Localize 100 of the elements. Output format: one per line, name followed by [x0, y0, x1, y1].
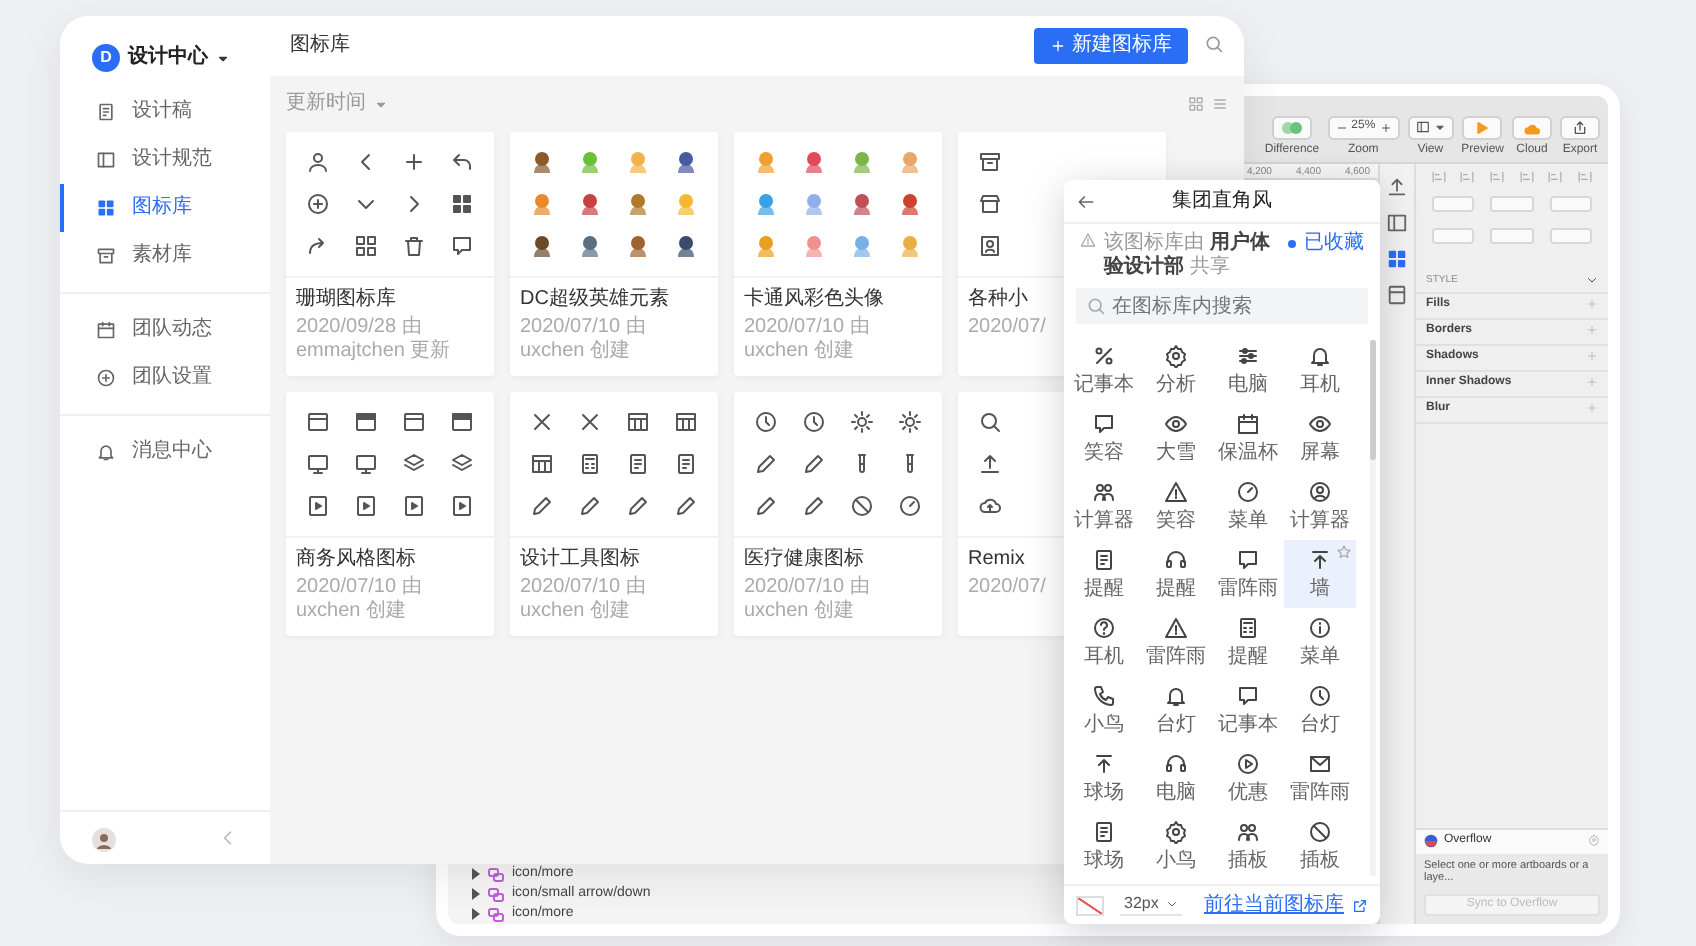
- dropdown-field[interactable]: [1432, 228, 1475, 244]
- difference-button[interactable]: [1272, 115, 1313, 140]
- card-panel-icon[interactable]: [1386, 284, 1408, 306]
- card-title: DC超级英雄元素: [520, 288, 669, 312]
- brand-name[interactable]: 设计中心: [128, 46, 208, 70]
- icon-tile[interactable]: 雷阵雨: [1212, 540, 1284, 608]
- export-button[interactable]: [1560, 115, 1600, 140]
- library-card[interactable]: 商务风格图标 2020/07/10 由 uxchen 创建: [286, 392, 494, 636]
- icon-tile[interactable]: 计算器: [1284, 472, 1356, 540]
- view-button[interactable]: [1407, 115, 1454, 140]
- columns-icon[interactable]: [1386, 212, 1408, 234]
- sliders-icon: [1236, 343, 1260, 367]
- icon-tile[interactable]: 插板: [1212, 812, 1284, 880]
- plus-icon[interactable]: [1586, 376, 1598, 389]
- icon-tile[interactable]: 计算器: [1068, 472, 1140, 540]
- library-card[interactable]: 医疗健康图标 2020/07/10 由 uxchen 创建: [734, 392, 942, 636]
- icon-tile[interactable]: 笑容: [1068, 404, 1140, 472]
- dropdown-field[interactable]: [1490, 196, 1534, 212]
- icon-tile[interactable]: 电脑: [1212, 336, 1284, 404]
- cartoon-avatar-icon: [578, 150, 602, 174]
- cartoon-avatar-icon: [626, 234, 650, 258]
- grid-icon: [450, 192, 474, 216]
- icon-tile[interactable]: 提醒: [1212, 608, 1284, 676]
- size-dropdown[interactable]: 32px: [1120, 894, 1183, 916]
- avatar-icon[interactable]: [92, 828, 116, 852]
- star-icon[interactable]: [1336, 544, 1352, 560]
- arrow-to-top-icon: [1092, 751, 1116, 775]
- dropdown-field[interactable]: [1432, 196, 1475, 212]
- icon-tile[interactable]: 菜单: [1284, 608, 1356, 676]
- cartoon-avatar-icon: [578, 234, 602, 258]
- icon-tile[interactable]: 屏幕: [1284, 404, 1356, 472]
- plus-circle-icon: [306, 192, 330, 216]
- library-card[interactable]: DC超级英雄元素 2020/07/10 由 uxchen 创建: [510, 132, 718, 376]
- search-field[interactable]: 在图标库内搜索: [1076, 288, 1368, 324]
- icon-label: 台灯: [1156, 713, 1196, 737]
- icon-label: 记事本: [1074, 373, 1134, 397]
- cartoon-avatar-icon: [802, 192, 826, 216]
- upload-icon: [978, 452, 1002, 476]
- icon-tile[interactable]: 台灯: [1284, 676, 1356, 744]
- plus-icon[interactable]: [1586, 298, 1598, 311]
- plus-icon[interactable]: [1586, 350, 1598, 363]
- favorite-toggle[interactable]: 已收藏: [1288, 232, 1364, 256]
- icon-tile[interactable]: 提醒: [1068, 540, 1140, 608]
- icon-label: 菜单: [1228, 509, 1268, 533]
- document-icon: [96, 102, 116, 122]
- icon-tile[interactable]: 小鸟: [1068, 676, 1140, 744]
- icon-tile[interactable]: 保温杯: [1212, 404, 1284, 472]
- nav-item[interactable]: 团队设置: [60, 354, 270, 402]
- nav-item[interactable]: 消息中心: [60, 428, 270, 476]
- curved-arrow-icon: [306, 234, 330, 258]
- nav-item[interactable]: 设计规范: [60, 136, 270, 184]
- plus-icon[interactable]: [1586, 324, 1598, 337]
- dropdown-field[interactable]: [1549, 228, 1592, 244]
- nav-item[interactable]: 素材库: [60, 232, 270, 280]
- nav-item[interactable]: 设计稿: [60, 88, 270, 136]
- share-icon: [1572, 119, 1588, 136]
- dropdown-field[interactable]: [1490, 228, 1534, 244]
- library-card[interactable]: 设计工具图标 2020/07/10 由 uxchen 创建: [510, 392, 718, 636]
- icon-tile[interactable]: 记事本: [1212, 676, 1284, 744]
- grid-icon[interactable]: [1386, 248, 1408, 270]
- icon-tile[interactable]: 电脑: [1140, 744, 1212, 812]
- gear-icon[interactable]: [1588, 833, 1600, 846]
- icon-tile[interactable]: 雷阵雨: [1284, 744, 1356, 812]
- store-icon: [978, 192, 1002, 216]
- nav-item[interactable]: 团队动态: [60, 306, 270, 354]
- icon-tile[interactable]: 菜单: [1212, 472, 1284, 540]
- cartoon-avatar-icon: [802, 150, 826, 174]
- upload-icon[interactable]: [1386, 176, 1408, 198]
- cartoon-avatar-icon: [530, 192, 554, 216]
- dropdown-field[interactable]: [1549, 196, 1592, 212]
- document-icon: [1092, 547, 1116, 571]
- icon-tile[interactable]: 插板: [1284, 812, 1356, 880]
- search-icon[interactable]: [1204, 34, 1224, 55]
- mail-icon: [1308, 751, 1332, 775]
- squares-icon[interactable]: [1188, 96, 1204, 112]
- icon-tile[interactable]: 球场: [1068, 812, 1140, 880]
- icon-tile[interactable]: 耳机: [1284, 336, 1356, 404]
- contact-card-icon: [978, 234, 1002, 258]
- library-card[interactable]: 珊瑚图标库 2020/09/28 由 emmajtchen 更新: [286, 132, 494, 376]
- plus-icon[interactable]: [1586, 402, 1598, 415]
- list-icon[interactable]: [1212, 96, 1228, 112]
- library-link[interactable]: 前往当前图标库: [1204, 893, 1368, 917]
- caret-down-icon[interactable]: [216, 51, 230, 65]
- bell-icon: [96, 442, 116, 462]
- icon-tile[interactable]: 优惠: [1212, 744, 1284, 812]
- no-color-swatch[interactable]: [1076, 895, 1104, 915]
- minus-icon: [1335, 121, 1348, 134]
- chevron-down-icon: [1166, 898, 1179, 910]
- preview-button[interactable]: [1462, 115, 1503, 140]
- library-card[interactable]: 卡通风彩色头像 2020/07/10 由 uxchen 创建: [734, 132, 942, 376]
- icon-tile[interactable]: 台灯: [1140, 676, 1212, 744]
- arrow-left-icon[interactable]: [1076, 191, 1096, 211]
- icon-tile[interactable]: 小鸟: [1140, 812, 1212, 880]
- card-title: 设计工具图标: [520, 548, 640, 572]
- new-library-button[interactable]: 新建图标库: [1034, 28, 1188, 64]
- icon-tile[interactable]: 球场: [1068, 744, 1140, 812]
- pencil-icon: [530, 494, 554, 518]
- logo: D: [92, 44, 120, 72]
- icon-tile[interactable]: 墙: [1284, 540, 1356, 608]
- card-title: 珊瑚图标库: [296, 288, 396, 312]
